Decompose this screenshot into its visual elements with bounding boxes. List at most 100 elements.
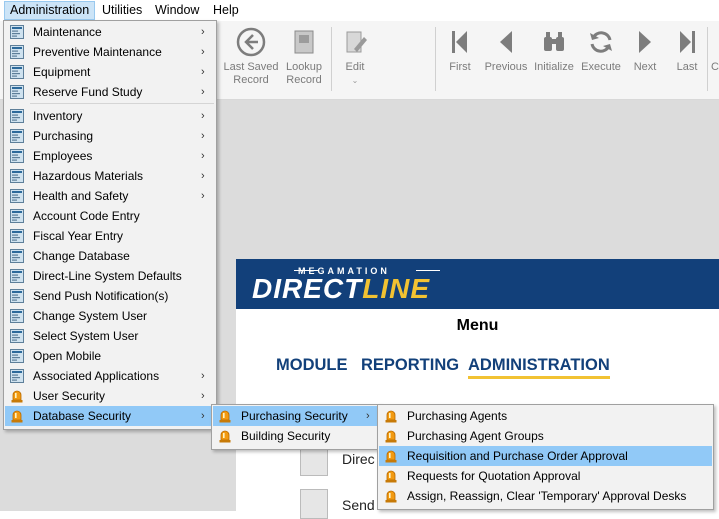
- menu-help[interactable]: Help: [208, 2, 244, 19]
- back-circle-icon: [236, 27, 266, 57]
- submenu-item-assign-reassign-clear-temporary-approval-desks[interactable]: Assign, Reassign, Clear 'Temporary' Appr…: [379, 486, 712, 506]
- admin-menu-item-preventive-maintenance[interactable]: Preventive Maintenance ›: [5, 42, 215, 62]
- admin-menu-item-database-security[interactable]: Database Security ›: [5, 406, 215, 426]
- tab-administration[interactable]: ADMINISTRATION: [468, 356, 610, 379]
- menu-item-label: User Security: [33, 389, 106, 403]
- submenu-item-requests-for-quotation-approval[interactable]: Requests for Quotation Approval: [379, 466, 712, 486]
- admin-menu-item-account-code-entry[interactable]: Account Code Entry: [5, 206, 215, 226]
- lookup-record-button[interactable]: Lookup Record: [280, 27, 328, 97]
- admin-menu-item-user-security[interactable]: User Security ›: [5, 386, 215, 406]
- previous-button[interactable]: Previous: [483, 27, 529, 97]
- next-label: Next: [633, 61, 657, 73]
- last-icon: [680, 31, 695, 53]
- menu-item-label: Direct-Line System Defaults: [33, 269, 182, 283]
- toolbar-separator: [435, 27, 436, 91]
- menu-item-label: Hazardous Materials: [33, 169, 144, 183]
- chevron-right-icon: ›: [201, 190, 205, 202]
- tab-reporting[interactable]: REPORTING: [361, 356, 459, 375]
- chevron-right-icon: ›: [201, 370, 205, 382]
- admin-menu-item-purchasing[interactable]: Purchasing ›: [5, 126, 215, 146]
- initialize-button[interactable]: Initialize: [532, 27, 576, 97]
- menu-item-label: Equipment: [33, 65, 91, 79]
- form-icon: [10, 65, 24, 79]
- form-icon: [10, 85, 24, 99]
- form-icon: [10, 249, 24, 263]
- binoculars-icon: [544, 32, 564, 51]
- last-button[interactable]: Last: [670, 27, 704, 97]
- submenu-item-purchasing-agent-groups[interactable]: Purchasing Agent Groups: [379, 426, 712, 446]
- form-icon: [10, 209, 24, 223]
- admin-menu-item-open-mobile[interactable]: Open Mobile: [5, 346, 215, 366]
- chevron-right-icon: ›: [201, 46, 205, 58]
- administration-menu: Maintenance › Preventive Maintenance › Equip…: [3, 20, 217, 430]
- menu-window[interactable]: Window: [150, 2, 204, 19]
- chevron-right-icon: ›: [201, 26, 205, 38]
- admin-menu-item-reserve-fund-study[interactable]: Reserve Fund Study ›: [5, 82, 215, 102]
- admin-menu-item-select-system-user[interactable]: Select System User: [5, 326, 215, 346]
- close-label: C: [711, 61, 719, 73]
- form-icon: [10, 189, 24, 203]
- menu-item-label: Change System User: [33, 309, 148, 323]
- menu-item-label: Purchasing Agents: [407, 409, 508, 423]
- last-saved-record-button[interactable]: Last Saved Record: [222, 27, 280, 97]
- edit-icon: [346, 31, 367, 53]
- database-security-submenu: Purchasing Security › Building Security: [211, 404, 381, 450]
- admin-menu-item-health-and-safety[interactable]: Health and Safety ›: [5, 186, 215, 206]
- chevron-right-icon: ›: [201, 410, 205, 422]
- menu-utilities[interactable]: Utilities: [97, 2, 147, 19]
- menu-item-label: Account Code Entry: [33, 209, 140, 223]
- alarm-icon: [385, 450, 397, 463]
- form-icon: [10, 329, 24, 343]
- admin-menu-item-equipment[interactable]: Equipment ›: [5, 62, 215, 82]
- menu-item-label: Select System User: [33, 329, 139, 343]
- chevron-right-icon: ›: [201, 130, 205, 142]
- chevron-right-icon: ›: [366, 410, 370, 422]
- edit-button[interactable]: Edit ⌄: [338, 27, 372, 97]
- alarm-icon: [219, 410, 231, 423]
- admin-menu-item-employees[interactable]: Employees ›: [5, 146, 215, 166]
- menu-item-label: Preventive Maintenance: [33, 45, 162, 59]
- purchasing-security-submenu: Purchasing Agents Purchasing Agent Groups…: [377, 404, 714, 510]
- menu-item-label: Maintenance: [33, 25, 102, 39]
- admin-menu-item-fiscal-year-entry[interactable]: Fiscal Year Entry: [5, 226, 215, 246]
- alarm-icon: [11, 390, 23, 403]
- execute-button[interactable]: Execute: [579, 27, 623, 97]
- admin-menu-item-change-system-user[interactable]: Change System User: [5, 306, 215, 326]
- menu-bar: Administration Utilities Window Help: [0, 0, 719, 22]
- menu-item-label: Building Security: [241, 429, 331, 443]
- admin-menu-item-associated-applications[interactable]: Associated Applications ›: [5, 366, 215, 386]
- chevron-right-icon: ›: [201, 150, 205, 162]
- first-label: First: [449, 61, 471, 73]
- logo-rule: [416, 270, 440, 271]
- admin-menu-item-inventory[interactable]: Inventory ›: [5, 106, 215, 126]
- form-icon: [10, 309, 24, 323]
- menu-item-label: Database Security: [33, 409, 132, 423]
- menu-administration[interactable]: Administration: [4, 1, 96, 20]
- tab-module[interactable]: MODULE: [276, 356, 348, 375]
- initialize-label: Initialize: [534, 61, 574, 73]
- menu-item-label: Fiscal Year Entry: [33, 229, 124, 243]
- brand-line: LINE: [362, 273, 431, 304]
- admin-menu-item-maintenance[interactable]: Maintenance ›: [5, 22, 215, 42]
- menu-item-label: Purchasing: [33, 129, 94, 143]
- admin-menu-item-direct-line-system-defaults[interactable]: Direct-Line System Defaults: [5, 266, 215, 286]
- form-icon: [10, 229, 24, 243]
- menu-item-label: Associated Applications: [33, 369, 160, 383]
- submenu-item-purchasing-security[interactable]: Purchasing Security ›: [213, 406, 379, 426]
- close-button[interactable]: C: [711, 27, 719, 97]
- next-button[interactable]: Next: [628, 27, 662, 97]
- cabinet-icon: [300, 446, 328, 476]
- form-icon: [10, 169, 24, 183]
- admin-menu-item-hazardous-materials[interactable]: Hazardous Materials ›: [5, 166, 215, 186]
- menu-separator: [30, 103, 214, 104]
- admin-menu-item-change-database[interactable]: Change Database: [5, 246, 215, 266]
- toolbar-separator: [331, 27, 332, 91]
- menu-item-direct-line[interactable]: Direc: [342, 451, 375, 467]
- execute-label: Execute: [581, 61, 621, 73]
- first-button[interactable]: First: [442, 27, 478, 97]
- submenu-item-purchasing-agents[interactable]: Purchasing Agents: [379, 406, 712, 426]
- submenu-item-requisition-and-purchase-order-approval[interactable]: Requisition and Purchase Order Approval: [379, 446, 712, 466]
- submenu-item-building-security[interactable]: Building Security: [213, 426, 379, 446]
- admin-menu-item-send-push-notification-s[interactable]: Send Push Notification(s): [5, 286, 215, 306]
- form-icon: [10, 25, 24, 39]
